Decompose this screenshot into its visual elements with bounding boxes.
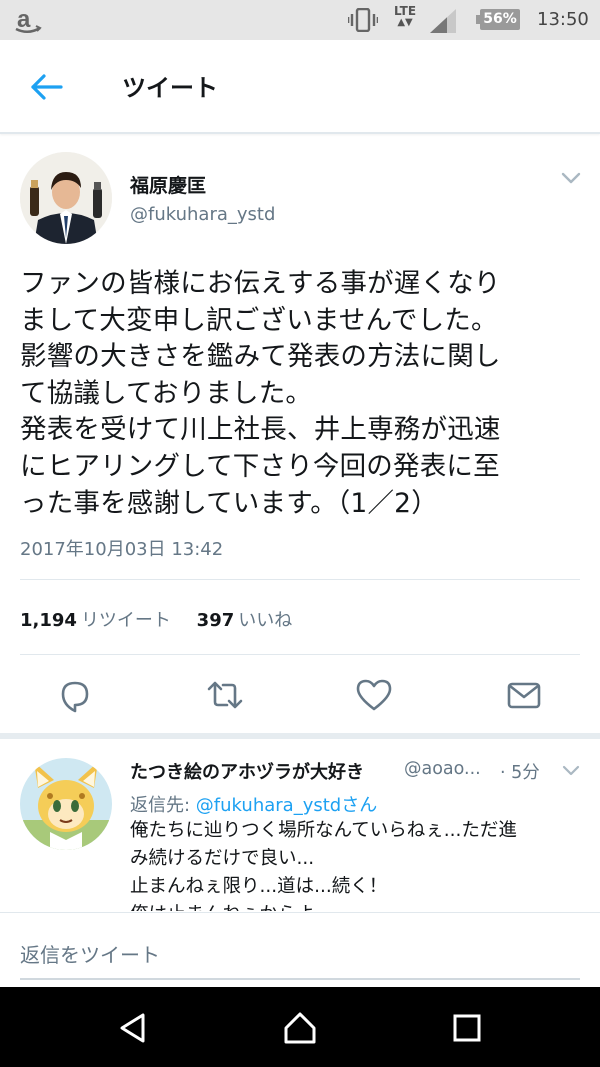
reply-compose-input[interactable]: 返信をツイート <box>20 939 160 968</box>
tweet-actions <box>0 675 600 715</box>
home-nav-icon[interactable] <box>283 1011 317 1045</box>
reply-author-name[interactable]: たつき絵のアホヅラが大好き <box>130 758 364 784</box>
svg-text:a: a <box>17 6 31 33</box>
retweet-label[interactable]: リツイート <box>81 610 171 631</box>
clock: 13:50 <box>537 9 589 30</box>
author-avatar-image <box>20 152 112 244</box>
back-arrow-icon[interactable] <box>30 72 64 102</box>
reply-avatar[interactable] <box>20 758 112 850</box>
vibrate-icon <box>348 8 378 32</box>
compose-bar: 返信をツイート <box>0 912 600 988</box>
page-title: ツイート <box>122 74 218 102</box>
author-name[interactable]: 福原慶匡 <box>130 171 206 198</box>
amazon-icon: a <box>15 6 42 33</box>
reply-to-mention[interactable]: @fukuhara_ystdさん <box>196 795 377 816</box>
reply-to: 返信先: @fukuhara_ystdさん <box>130 791 377 817</box>
chevron-down-icon[interactable] <box>560 170 582 186</box>
back-nav-icon[interactable] <box>116 1011 150 1045</box>
like-count[interactable]: 397 <box>197 610 235 631</box>
reply-icon[interactable] <box>55 675 95 715</box>
engagement-counts: 1,194 リツイート 397 いいね <box>20 606 292 632</box>
author-handle[interactable]: @fukuhara_ystd <box>130 204 275 225</box>
system-navigation-bar <box>0 987 600 1067</box>
section-divider <box>0 733 600 739</box>
reply-author-handle[interactable]: @aoao... <box>404 759 481 779</box>
reply-text: 俺たちに辿りつく場所なんていらねぇ...ただ進 み続けるだけで良い... 止まん… <box>130 820 517 911</box>
like-label[interactable]: いいね <box>238 610 292 631</box>
status-bar: a LTE ▲▼ 56% 13:50 <box>0 0 600 40</box>
network-type: LTE ▲▼ <box>394 4 417 28</box>
tweet-text: ファンの皆様にお伝えする事が遅くなり まして大変申し訳ございませんでした。 影響… <box>20 268 501 519</box>
like-icon[interactable] <box>354 675 394 715</box>
direct-message-icon[interactable] <box>504 675 544 715</box>
reply-time: · 5分 <box>500 763 540 783</box>
battery-icon: 56% <box>476 9 520 30</box>
signal-icon <box>430 9 456 33</box>
retweet-icon[interactable] <box>205 675 245 715</box>
chevron-down-icon[interactable] <box>562 764 580 777</box>
compose-underline <box>20 978 580 980</box>
retweet-count[interactable]: 1,194 <box>20 610 77 631</box>
recents-nav-icon[interactable] <box>450 1011 484 1045</box>
divider <box>20 579 580 580</box>
reply-avatar-image <box>20 758 112 850</box>
app-header: ツイート <box>0 40 600 134</box>
author-avatar[interactable] <box>20 152 112 244</box>
divider <box>20 654 580 655</box>
tweet-timestamp: 2017年10月03日 13:42 <box>20 539 224 560</box>
reply-to-label: 返信先: <box>130 795 196 816</box>
